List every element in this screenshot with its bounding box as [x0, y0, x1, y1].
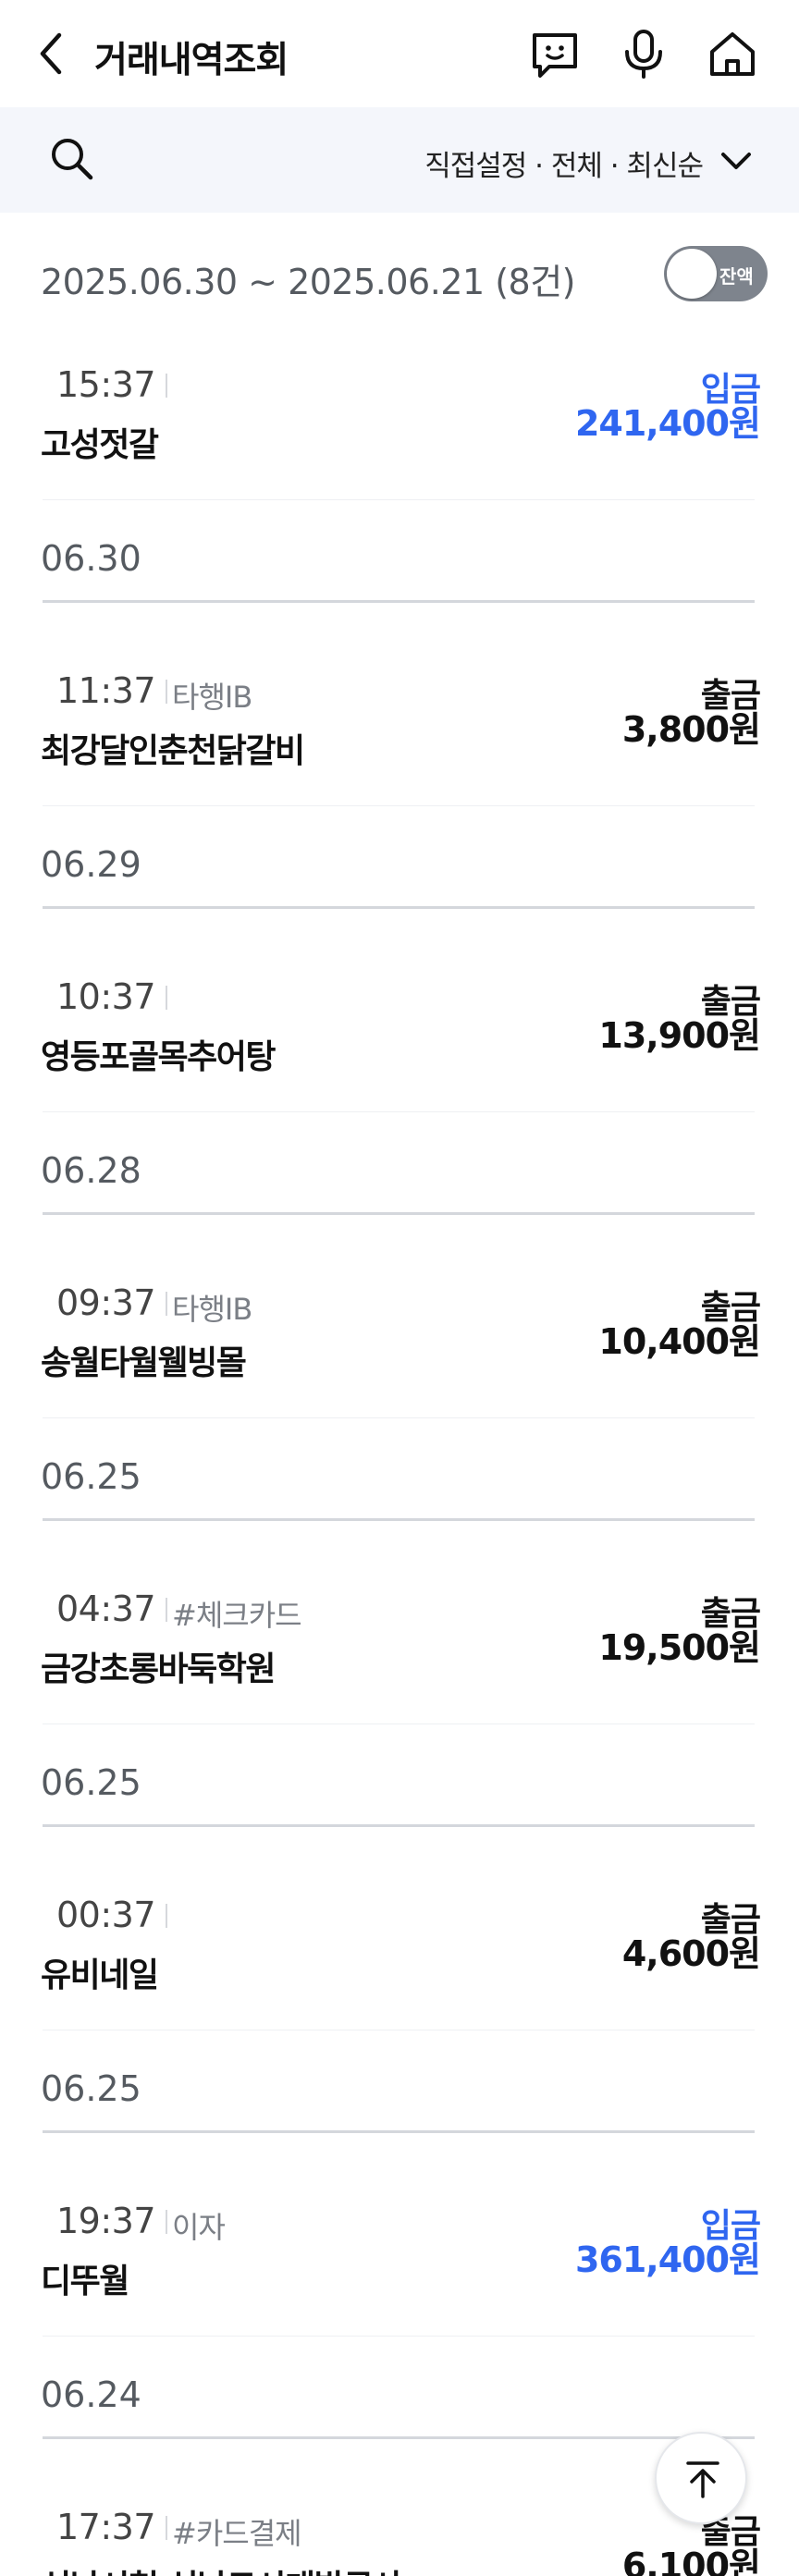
- date-divider: [43, 2436, 755, 2439]
- date-header: 06.25: [41, 1762, 141, 1803]
- transaction-amount: 19,500원: [598, 1627, 761, 1668]
- transaction-amount: 6,100원: [621, 2545, 761, 2576]
- date-header: 06.24: [41, 2374, 141, 2415]
- row-divider: [43, 499, 755, 500]
- transaction-name: 송월타월웰빙몰: [41, 1344, 247, 1382]
- microphone-icon[interactable]: [616, 26, 671, 81]
- date-divider: [43, 1212, 755, 1215]
- time-separator: [166, 986, 167, 1010]
- row-divider: [43, 1417, 755, 1418]
- transaction-amount: 4,600원: [621, 1933, 761, 1974]
- time-separator: [166, 2516, 167, 2540]
- toggle-knob: [667, 249, 717, 299]
- time-separator: [166, 2210, 167, 2234]
- time-separator: [166, 1292, 167, 1316]
- transaction-memo: #카드결제: [172, 2516, 302, 2551]
- transaction-amount: 13,900원: [598, 1015, 761, 1056]
- page: 거래내역조회 직접설정 · 전체 · 최신순 2025.06.30 ~ 2025…: [0, 0, 799, 2576]
- transaction-name: 영등포골목추어탕: [41, 1038, 276, 1076]
- transaction-memo: #체크카드: [172, 1598, 302, 1633]
- transaction-name: 디뚜월: [41, 2263, 129, 2300]
- date-header: 06.25: [41, 2068, 141, 2109]
- row-divider: [43, 1111, 755, 1112]
- balance-toggle[interactable]: 잔액: [664, 246, 768, 301]
- transaction-time: 17:37: [55, 2507, 156, 2547]
- transaction-time: 09:37: [55, 1282, 156, 1323]
- page-title: 거래내역조회: [94, 40, 289, 81]
- date-header: 06.28: [41, 1150, 141, 1191]
- transaction-name: 유비네일: [41, 1957, 159, 1994]
- row-divider: [43, 2336, 755, 2337]
- back-arrow-icon[interactable]: [31, 28, 80, 80]
- date-divider: [43, 600, 755, 603]
- search-icon[interactable]: [46, 133, 98, 185]
- period-range: 2025.06.30 ~ 2025.06.21 (8건): [41, 262, 576, 302]
- time-separator: [166, 680, 167, 704]
- date-divider: [43, 2130, 755, 2133]
- transaction-amount: 3,800원: [621, 709, 761, 750]
- date-header: 06.30: [41, 538, 141, 579]
- date-header: 06.29: [41, 844, 141, 885]
- date-divider: [43, 1824, 755, 1827]
- time-separator: [166, 1904, 167, 1928]
- transaction-time: 00:37: [55, 1895, 156, 1935]
- transaction-name: 최강달인춘천닭갈비: [41, 732, 305, 770]
- transaction-name: 고성젓갈: [41, 426, 159, 464]
- transaction-time: 04:37: [55, 1589, 156, 1629]
- filter-summary[interactable]: 직접설정 · 전체 · 최신순: [424, 142, 704, 184]
- transaction-memo: 타행IB: [172, 680, 252, 715]
- scroll-top-button[interactable]: [655, 2432, 747, 2524]
- filter-bar: 직접설정 · 전체 · 최신순: [0, 107, 799, 213]
- time-separator: [166, 374, 167, 398]
- transaction-time: 11:37: [55, 670, 156, 711]
- transaction-memo: 이자: [172, 2210, 226, 2245]
- transaction-name: 금강초롱바둑학원: [41, 1650, 276, 1688]
- balance-toggle-label: 잔액: [719, 265, 754, 288]
- row-divider: [43, 1723, 755, 1724]
- date-divider: [43, 1518, 755, 1521]
- chatbot-icon[interactable]: [527, 26, 583, 81]
- transaction-name: 성남시청 성남도시개발공사: [41, 2560, 403, 2576]
- transaction-amount: 241,400원: [574, 403, 761, 444]
- row-divider: [43, 805, 755, 806]
- time-separator: [166, 1598, 167, 1622]
- date-divider: [43, 906, 755, 909]
- transaction-memo: 타행IB: [172, 1292, 252, 1327]
- chevron-down-icon[interactable]: [718, 146, 755, 176]
- transaction-time: 10:37: [55, 976, 156, 1017]
- transaction-amount: 361,400원: [574, 2239, 761, 2280]
- transaction-time: 19:37: [55, 2201, 156, 2241]
- app-header: 거래내역조회: [0, 0, 799, 107]
- date-header: 06.25: [41, 1456, 141, 1497]
- transaction-time: 15:37: [55, 364, 156, 405]
- home-icon[interactable]: [705, 26, 760, 81]
- transaction-amount: 10,400원: [598, 1321, 761, 1362]
